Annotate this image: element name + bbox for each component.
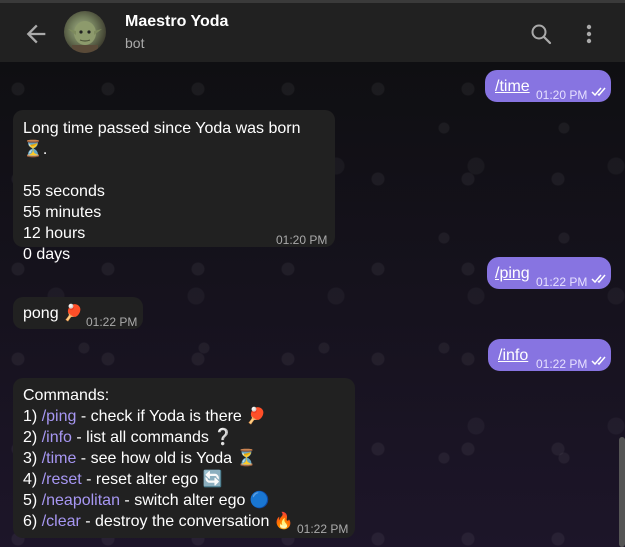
yoda-avatar-icon: [68, 21, 102, 53]
command-desc: - switch alter ego 🔵: [119, 492, 270, 509]
command-link-clear[interactable]: /clear: [42, 513, 81, 530]
item-number: 1): [23, 408, 38, 425]
command-desc: - destroy the conversation 🔥: [80, 513, 294, 530]
item-number: 5): [23, 492, 38, 509]
command-item: 1) /ping - check if Yoda is there 🏓: [23, 406, 345, 427]
back-arrow-icon[interactable]: [22, 20, 50, 48]
scrollbar[interactable]: [619, 437, 625, 547]
incoming-message[interactable]: pong 🏓 01:22 PM: [13, 297, 143, 329]
message-line: Long time passed since Yoda was born ⏳.: [23, 120, 301, 158]
chat-title[interactable]: Maestro Yoda: [125, 13, 228, 31]
command-desc: - reset alter ego 🔄: [81, 471, 223, 488]
item-number: 3): [23, 450, 38, 467]
double-check-icon: [591, 274, 606, 284]
command-text[interactable]: /time: [495, 78, 530, 95]
command-link-reset[interactable]: /reset: [42, 471, 82, 488]
incoming-message[interactable]: Long time passed since Yoda was born ⏳. …: [13, 110, 335, 263]
chat-header: Maestro Yoda bot: [0, 0, 625, 62]
avatar[interactable]: [64, 11, 106, 53]
more-vert-icon[interactable]: [580, 21, 598, 47]
message-line: 55 seconds: [23, 183, 105, 200]
search-icon[interactable]: [529, 22, 553, 46]
outgoing-message[interactable]: /ping 01:22 PM: [487, 257, 611, 289]
message-time: 01:22 PM: [297, 522, 349, 536]
command-item: 5) /neapolitan - switch alter ego 🔵: [23, 490, 345, 511]
command-link-time[interactable]: /time: [42, 450, 77, 467]
incoming-message[interactable]: Commands: 1) /ping - check if Yoda is th…: [13, 378, 355, 538]
command-desc: - see how old is Yoda ⏳: [76, 450, 257, 467]
outgoing-message[interactable]: /time 01:20 PM: [485, 70, 611, 102]
chat-subtitle: bot: [125, 35, 145, 51]
command-desc: - list all commands ❔: [71, 429, 234, 446]
command-item: 4) /reset - reset alter ego 🔄: [23, 469, 345, 490]
message-time: 01:22 PM: [536, 357, 588, 371]
message-time: 01:22 PM: [536, 275, 588, 289]
outgoing-message[interactable]: /info 01:22 PM: [488, 339, 611, 371]
message-time: 01:22 PM: [86, 315, 138, 329]
item-number: 2): [23, 429, 38, 446]
message-text: pong 🏓: [23, 305, 83, 322]
item-number: 6): [23, 513, 38, 530]
command-desc: - check if Yoda is there 🏓: [76, 408, 267, 425]
command-item: 3) /time - see how old is Yoda ⏳: [23, 448, 345, 469]
commands-heading: Commands:: [23, 387, 110, 404]
message-time: 01:20 PM: [536, 88, 588, 102]
message-time: 01:20 PM: [276, 233, 328, 247]
command-text[interactable]: /info: [498, 347, 528, 364]
double-check-icon: [591, 356, 606, 366]
command-link-neapolitan[interactable]: /neapolitan: [42, 492, 120, 509]
command-link-info[interactable]: /info: [42, 429, 72, 446]
double-check-icon: [591, 87, 606, 97]
message-list[interactable]: /time 01:20 PM Long time passed since Yo…: [0, 62, 625, 547]
command-item: 2) /info - list all commands ❔: [23, 427, 345, 448]
item-number: 4): [23, 471, 38, 488]
message-line: 55 minutes: [23, 204, 102, 221]
command-text[interactable]: /ping: [495, 265, 530, 282]
command-link-ping[interactable]: /ping: [42, 408, 77, 425]
